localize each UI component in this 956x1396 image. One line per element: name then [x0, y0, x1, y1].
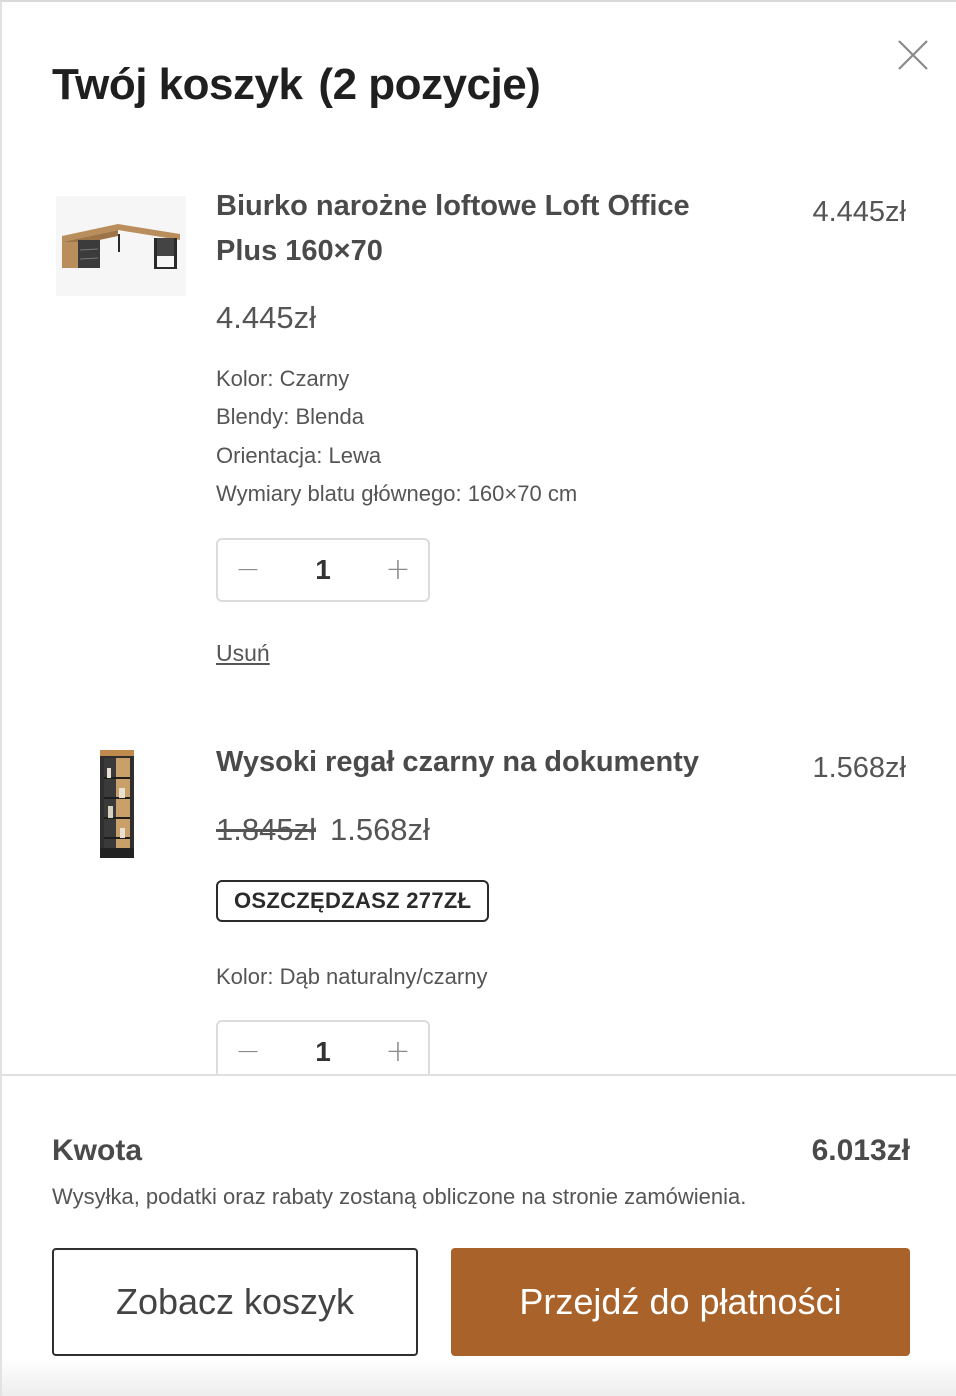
decrease-quantity-button[interactable]: − [218, 540, 278, 600]
cart-summary: Kwota 6.013zł Wysyłka, podatki oraz raba… [2, 1074, 956, 1396]
cart-drawer: Twój koszyk (2 pozycje) Biurko narożne l… [0, 0, 956, 1396]
product-name-line-1: Biurko narożne loftowe Loft Office [216, 190, 690, 222]
product-attribute: Orientacja: Lewa [216, 443, 382, 468]
quantity-value[interactable]: 1 [278, 540, 368, 600]
remove-item-link[interactable]: Usuń [216, 640, 270, 667]
current-price: 1.568zł [329, 812, 430, 847]
original-price: 1.845zł [216, 812, 316, 847]
line-total-price: 1.568zł [812, 752, 906, 784]
product-name[interactable]: Biurko narożne loftowe Loft Office Plus … [216, 184, 690, 274]
cart-title: Twój koszyk (2 pozycje) [52, 60, 541, 110]
line-total-price: 4.445zł [812, 196, 906, 228]
savings-badge: OSZCZĘDZASZ 277ZŁ [216, 880, 490, 922]
unit-price: 1.845zł 1.568zł [216, 812, 430, 848]
current-price: 4.445zł [216, 300, 316, 335]
cart-items-list[interactable]: Biurko narożne loftowe Loft Office Plus … [2, 152, 956, 1074]
quantity-stepper: − 1 + [216, 538, 430, 602]
cart-item: Wysoki regał czarny na dokumenty 1.568zł… [2, 708, 956, 1074]
shipping-note: Wysyłka, podatki oraz rabaty zostaną obl… [52, 1184, 747, 1209]
checkout-button[interactable]: Przejdź do płatności [451, 1248, 910, 1356]
unit-price: 4.445zł [216, 300, 316, 336]
close-button[interactable] [896, 38, 930, 72]
product-image-bookcase[interactable] [94, 748, 140, 860]
product-attribute: Blendy: Blenda [216, 404, 364, 429]
decrease-quantity-button[interactable]: − [218, 1022, 278, 1074]
view-cart-button[interactable]: Zobacz koszyk [52, 1248, 418, 1356]
cart-item-count: (2 pozycje) [318, 60, 541, 109]
product-attribute: Kolor: Dąb naturalny/czarny [216, 964, 488, 989]
cart-title-text: Twój koszyk [52, 60, 303, 109]
subtotal-value: 6.013zł [811, 1134, 910, 1167]
increase-quantity-button[interactable]: + [368, 1022, 428, 1074]
product-attribute: Kolor: Czarny [216, 366, 350, 391]
product-name[interactable]: Wysoki regał czarny na dokumenty [216, 740, 699, 785]
product-attribute: Wymiary blatu głównego: 160×70 cm [216, 481, 578, 506]
product-name-line-2: Plus 160×70 [216, 235, 383, 267]
quantity-stepper: − 1 + [216, 1020, 430, 1074]
footer-shadow [2, 1358, 956, 1396]
cart-item: Biurko narożne loftowe Loft Office Plus … [2, 152, 956, 682]
subtotal-label: Kwota [52, 1134, 142, 1167]
close-icon [898, 40, 928, 70]
product-image-desk[interactable] [56, 196, 186, 296]
quantity-value[interactable]: 1 [278, 1022, 368, 1074]
increase-quantity-button[interactable]: + [368, 540, 428, 600]
